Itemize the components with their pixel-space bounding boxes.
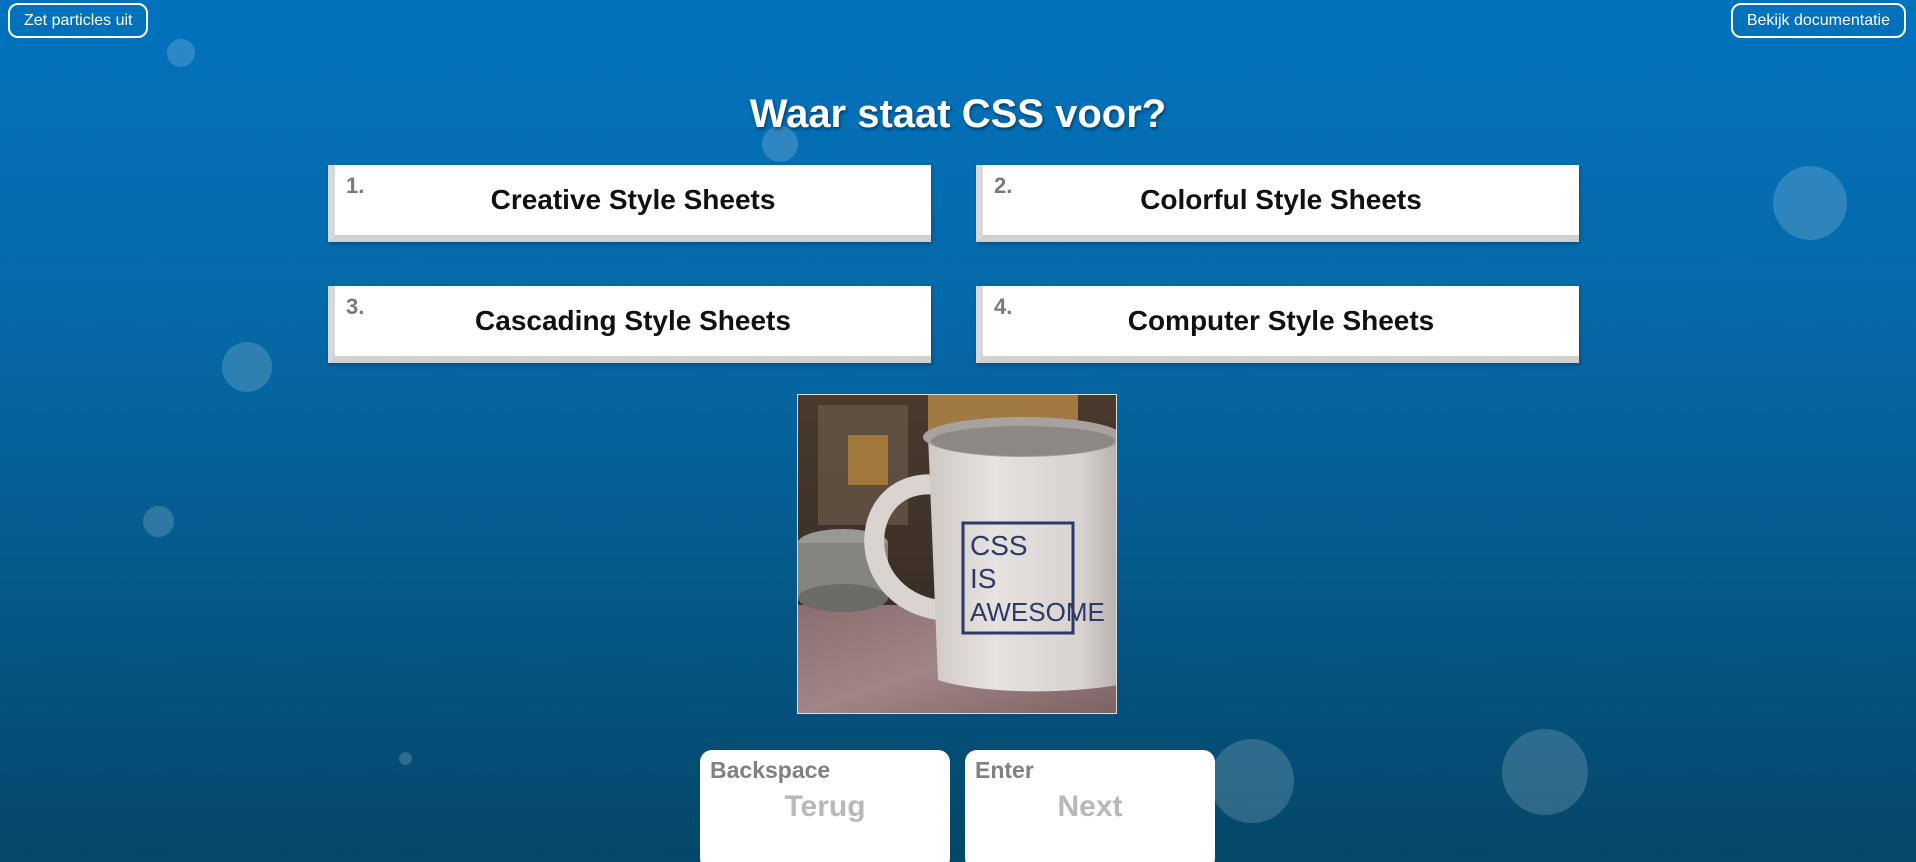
question-image: CSS IS AWESOME — [797, 394, 1117, 714]
particles-toggle-button[interactable]: Zet particles uit — [8, 3, 149, 38]
answer-label: Creative Style Sheets — [490, 184, 776, 215]
mug-text-line: IS — [970, 563, 996, 594]
documentation-button[interactable]: Bekijk documentatie — [1730, 3, 1906, 38]
back-key-hint: Backspace — [710, 757, 831, 783]
answer-label: Computer Style Sheets — [1127, 305, 1435, 336]
answer-option-4[interactable]: 4. Computer Style Sheets — [976, 286, 1579, 363]
back-label: Terug — [784, 790, 866, 823]
next-button[interactable]: Enter Next — [965, 750, 1215, 862]
answer-label: Cascading Style Sheets — [475, 305, 791, 336]
particle — [399, 752, 412, 765]
next-key-hint: Enter — [975, 757, 1034, 783]
answer-option-2[interactable]: 2. Colorful Style Sheets — [976, 165, 1579, 242]
question-title: Waar staat CSS voor? — [749, 92, 1167, 136]
answer-option-1[interactable]: 1. Creative Style Sheets — [328, 165, 931, 242]
mug-text-line: CSS — [970, 530, 1028, 561]
back-button[interactable]: Backspace Terug — [700, 750, 950, 862]
particle — [143, 506, 174, 537]
answer-option-3[interactable]: 3. Cascading Style Sheets — [328, 286, 931, 363]
particle — [222, 342, 272, 392]
particle — [1210, 739, 1294, 823]
mug-photo-icon: CSS IS AWESOME — [798, 395, 1116, 713]
particle — [1502, 729, 1588, 815]
particle — [1773, 166, 1847, 240]
next-label: Next — [1057, 790, 1123, 823]
mug-text-line: AWESOME — [970, 597, 1105, 627]
answer-label: Colorful Style Sheets — [1140, 184, 1422, 215]
particle — [167, 39, 195, 67]
